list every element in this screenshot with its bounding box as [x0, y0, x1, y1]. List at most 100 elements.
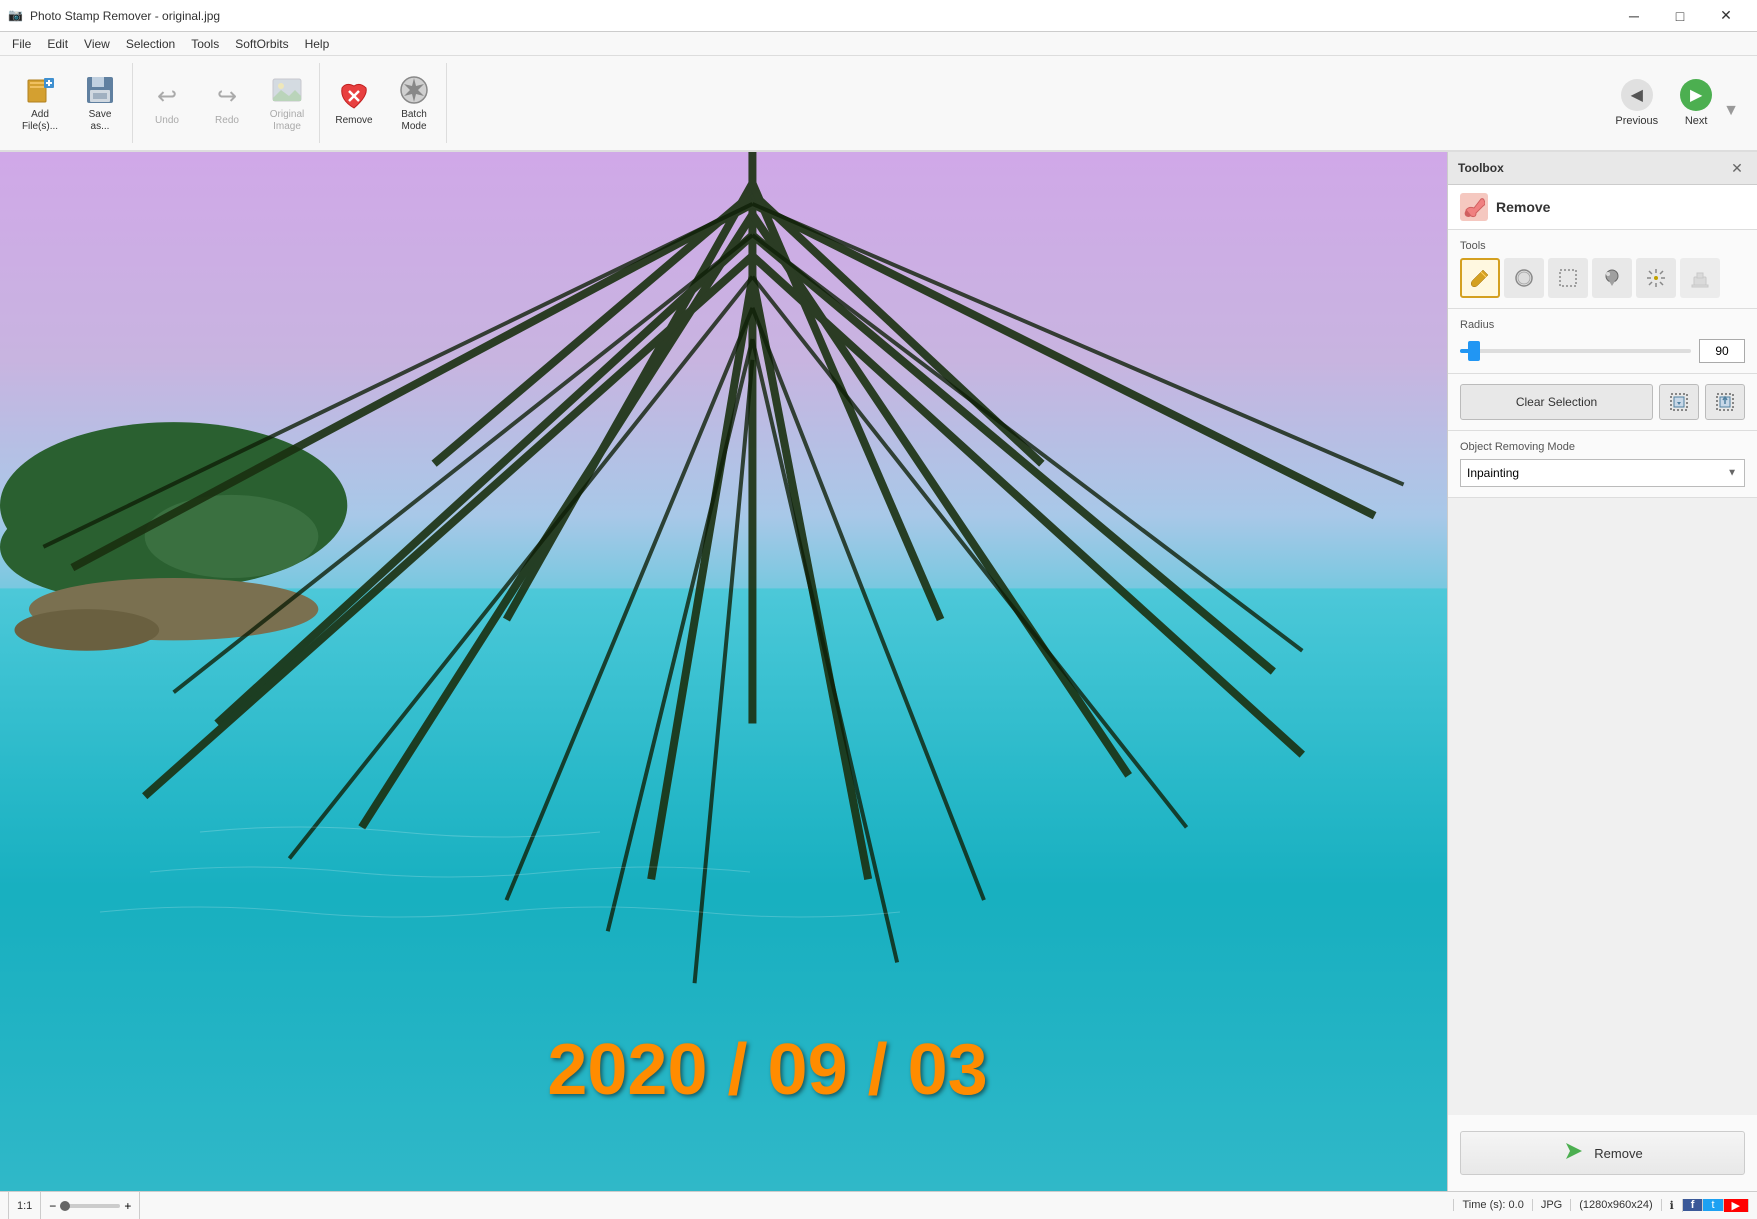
add-file-button[interactable]: AddFile(s)...	[12, 67, 68, 139]
date-stamp: 2020 / 09 / 03	[547, 1029, 987, 1111]
stamp-tool-button[interactable]	[1680, 258, 1720, 298]
clear-selection-button[interactable]: Clear Selection	[1460, 384, 1653, 420]
format-item: JPG	[1533, 1199, 1571, 1211]
batch-mode-button[interactable]: BatchMode	[386, 67, 442, 139]
close-button[interactable]: ✕	[1703, 0, 1749, 32]
toolbox-header: Toolbox ✕	[1448, 152, 1757, 185]
radius-input[interactable]	[1699, 339, 1745, 363]
title-bar: 📷 Photo Stamp Remover - original.jpg ─ □…	[0, 0, 1757, 32]
window-controls: ─ □ ✕	[1611, 0, 1749, 32]
mode-select[interactable]: Inpainting Content Aware Blur	[1460, 459, 1745, 487]
previous-label: Previous	[1615, 115, 1658, 127]
nav-area: ◀ Previous ▶ Next ▼	[1604, 72, 1749, 134]
nav-dropdown-icon[interactable]: ▼	[1723, 102, 1739, 120]
magic-wand-icon	[1645, 267, 1667, 289]
menu-edit[interactable]: Edit	[39, 32, 76, 55]
zoom-level-text: 1:1	[17, 1200, 32, 1212]
info-item[interactable]: ℹ	[1662, 1199, 1683, 1212]
selection-section: Clear Selection	[1448, 374, 1757, 431]
undo-icon: ↩	[151, 80, 183, 112]
batch-mode-label: BatchMode	[401, 109, 427, 133]
tools-row	[1460, 258, 1745, 298]
export-selection-button[interactable]	[1705, 384, 1745, 420]
add-file-label: AddFile(s)...	[22, 109, 58, 133]
format-text: JPG	[1541, 1199, 1562, 1211]
brush-tool-button[interactable]	[1460, 258, 1500, 298]
zoom-track[interactable]	[60, 1204, 120, 1208]
remove-button[interactable]: Remove	[326, 67, 382, 139]
remove-action-button[interactable]: Remove	[1460, 1131, 1745, 1175]
tools-section: Tools	[1448, 230, 1757, 309]
radius-section: Radius	[1448, 309, 1757, 374]
menu-selection[interactable]: Selection	[118, 32, 183, 55]
minimize-button[interactable]: ─	[1611, 0, 1657, 32]
radius-label: Radius	[1460, 319, 1745, 331]
remove-arrow-icon	[1562, 1139, 1586, 1168]
share-tw-icon: t	[1711, 1199, 1714, 1211]
redo-button[interactable]: ↪ Redo	[199, 67, 255, 139]
maximize-button[interactable]: □	[1657, 0, 1703, 32]
zoom-control-item: − +	[41, 1192, 140, 1219]
mode-section: Object Removing Mode Inpainting Content …	[1448, 431, 1757, 498]
zoom-thumb	[60, 1201, 70, 1211]
mode-select-wrapper: Inpainting Content Aware Blur	[1460, 459, 1745, 487]
share-fb-item[interactable]: f	[1683, 1199, 1704, 1211]
save-as-button[interactable]: Saveas...	[72, 67, 128, 139]
remove-icon	[338, 80, 370, 112]
eraser-tool-button[interactable]	[1504, 258, 1544, 298]
next-button[interactable]: ▶ Next	[1669, 72, 1723, 134]
toolbar: AddFile(s)... Saveas... ↩ Undo ↪ Redo	[0, 56, 1757, 152]
toolbox-panel: Toolbox ✕ Remove Tools	[1447, 152, 1757, 1191]
original-image-button[interactable]: OriginalImage	[259, 67, 315, 139]
menu-tools[interactable]: Tools	[183, 32, 227, 55]
toolbox-close-button[interactable]: ✕	[1727, 158, 1747, 178]
status-right: Time (s): 0.0 JPG (1280x960x24) ℹ f t ▶	[1453, 1199, 1749, 1212]
beach-scene: 2020 / 09 / 03	[0, 152, 1447, 1191]
menu-softorbits[interactable]: SoftOrbits	[227, 32, 296, 55]
radius-slider-thumb[interactable]	[1468, 341, 1480, 361]
fill-icon	[1601, 267, 1623, 289]
radius-slider[interactable]	[1460, 349, 1691, 353]
share-yt-item[interactable]: ▶	[1724, 1199, 1749, 1212]
toolbox-title: Toolbox	[1458, 161, 1504, 175]
export-selection-icon	[1715, 392, 1735, 412]
remove-btn-section: Remove	[1448, 1115, 1757, 1191]
share-tw-item[interactable]: t	[1703, 1199, 1723, 1211]
brush-icon	[1469, 267, 1491, 289]
stamp-icon	[1689, 267, 1711, 289]
undo-label: Undo	[155, 115, 179, 126]
add-file-icon	[24, 74, 56, 106]
previous-button[interactable]: ◀ Previous	[1604, 72, 1669, 134]
zoom-control: − +	[49, 1199, 131, 1213]
redo-label: Redo	[215, 115, 239, 126]
time-item: Time (s): 0.0	[1453, 1199, 1532, 1211]
import-selection-button[interactable]	[1659, 384, 1699, 420]
menu-view[interactable]: View	[76, 32, 118, 55]
remove-section: Remove	[1448, 185, 1757, 230]
file-group: AddFile(s)... Saveas...	[8, 63, 133, 143]
zoom-minus-button[interactable]: −	[49, 1199, 56, 1213]
dimensions-item: (1280x960x24)	[1571, 1199, 1661, 1211]
next-label: Next	[1685, 115, 1708, 127]
status-bar: 1:1 − + Time (s): 0.0 JPG (1280x960x24) …	[0, 1191, 1757, 1219]
next-icon: ▶	[1680, 79, 1712, 111]
magic-wand-button[interactable]	[1636, 258, 1676, 298]
rect-select-button[interactable]	[1548, 258, 1588, 298]
info-icon: ℹ	[1670, 1199, 1674, 1212]
menu-help[interactable]: Help	[297, 32, 338, 55]
undo-button[interactable]: ↩ Undo	[139, 67, 195, 139]
original-image-label: OriginalImage	[270, 109, 304, 133]
import-selection-icon	[1669, 392, 1689, 412]
zoom-plus-button[interactable]: +	[124, 1199, 131, 1213]
radius-row	[1460, 339, 1745, 363]
redo-icon: ↪	[211, 80, 243, 112]
share-yt-icon: ▶	[1732, 1199, 1740, 1212]
time-text: Time (s): 0.0	[1462, 1199, 1523, 1211]
remove-section-label: Remove	[1496, 199, 1550, 215]
menu-file[interactable]: File	[4, 32, 39, 55]
save-as-label: Saveas...	[89, 109, 112, 133]
remove-action-label: Remove	[1594, 1146, 1642, 1161]
canvas-area[interactable]: 2020 / 09 / 03	[0, 152, 1447, 1191]
remove-tool-icon	[1463, 196, 1485, 218]
fill-tool-button[interactable]	[1592, 258, 1632, 298]
